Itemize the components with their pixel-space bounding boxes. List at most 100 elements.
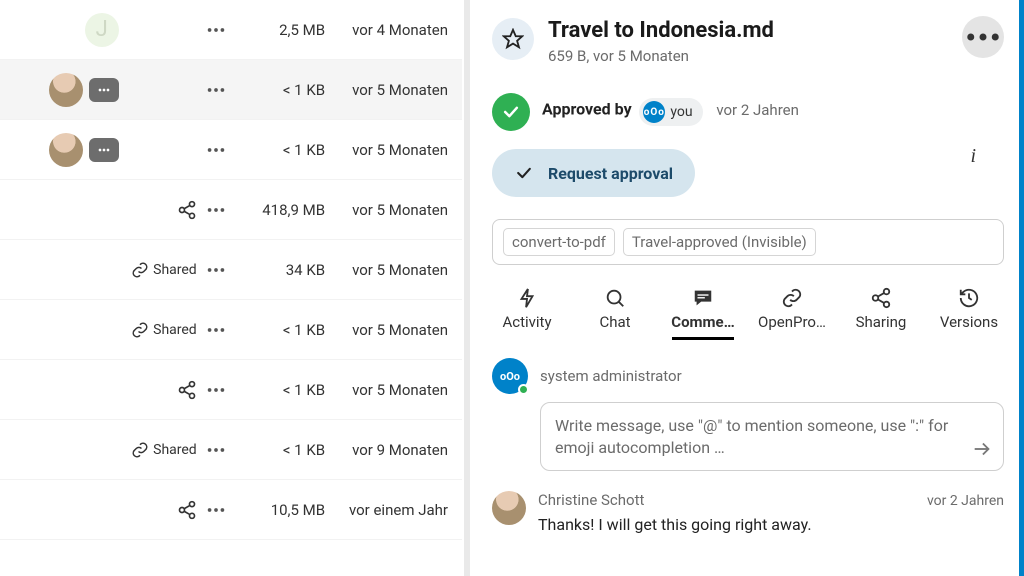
- comment: Christine Schott vor 2 Jahren Thanks! I …: [492, 491, 1004, 534]
- tab-label: Comme…: [671, 313, 734, 331]
- accent-border: [1019, 0, 1024, 576]
- tab-openproject[interactable]: OpenPro…: [756, 283, 828, 339]
- file-row[interactable]: J 2,5 MBvor 4 Monaten: [0, 0, 462, 60]
- file-subtitle: 659 B, vor 5 Monaten: [548, 47, 774, 65]
- avatar: [49, 73, 83, 107]
- row-more-button[interactable]: [197, 319, 236, 341]
- row-more-button[interactable]: [197, 199, 236, 221]
- file-size: < 1 KB: [236, 381, 329, 399]
- file-modified: vor 5 Monaten: [329, 381, 448, 399]
- tab-label: Versions: [940, 313, 998, 331]
- file-modified: vor 5 Monaten: [329, 81, 448, 99]
- history-icon: [958, 287, 980, 309]
- compose-author-name: system administrator: [540, 367, 682, 385]
- file-size: 10,5 MB: [236, 501, 329, 519]
- tag-chip[interactable]: Travel-approved (Invisible): [623, 228, 816, 256]
- check-icon: [514, 163, 534, 183]
- comment-input[interactable]: Write message, use "@" to mention someon…: [540, 402, 1004, 471]
- nextcloud-icon: oOo: [643, 101, 665, 123]
- send-icon[interactable]: [971, 438, 993, 460]
- details-panel: Travel to Indonesia.md 659 B, vor 5 Mona…: [470, 0, 1024, 576]
- file-list: J2,5 MBvor 4 Monaten< 1 KBvor 5 Monaten<…: [0, 0, 470, 576]
- file-row[interactable]: < 1 KBvor 5 Monaten: [0, 60, 462, 120]
- comment-body: Thanks! I will get this going right away…: [538, 515, 1004, 534]
- share-icon[interactable]: [177, 500, 197, 520]
- shared-chip[interactable]: Shared: [131, 441, 197, 459]
- approved-label: Approved by: [542, 100, 632, 119]
- file-modified: vor 5 Monaten: [329, 141, 448, 159]
- avatar: [492, 491, 526, 525]
- tab-label: Chat: [599, 313, 630, 331]
- approval-status: Approved by oOo you vor 2 Jahren: [492, 93, 1004, 131]
- shared-chip[interactable]: Shared: [131, 261, 197, 279]
- row-more-button[interactable]: [197, 79, 236, 101]
- favorite-button[interactable]: [492, 18, 534, 60]
- file-row[interactable]: Shared < 1 KBvor 5 Monaten: [0, 300, 462, 360]
- request-approval-label: Request approval: [548, 164, 673, 183]
- link-icon: [781, 287, 803, 309]
- approver-name: you: [670, 104, 692, 120]
- info-icon[interactable]: i: [970, 145, 976, 168]
- tab-label: Activity: [502, 313, 551, 331]
- comment-author: Christine Schott: [538, 491, 644, 509]
- dots-horizontal-icon: [962, 16, 1004, 58]
- avatar-letter: J: [85, 13, 119, 47]
- tab-comments[interactable]: Comme…: [668, 283, 738, 339]
- comment-time: vor 2 Jahren: [927, 493, 1004, 509]
- tab-sharing[interactable]: Sharing: [846, 283, 916, 339]
- more-menu-button[interactable]: [962, 16, 1004, 58]
- approved-badge: [492, 93, 530, 131]
- tab-chat[interactable]: Chat: [580, 283, 650, 339]
- tag-chip[interactable]: convert-to-pdf: [503, 228, 615, 256]
- file-size: < 1 KB: [236, 321, 329, 339]
- shared-chip[interactable]: Shared: [131, 321, 197, 339]
- row-more-button[interactable]: [197, 499, 236, 521]
- approver-chip[interactable]: oOo you: [639, 98, 702, 126]
- file-size: 34 KB: [236, 261, 329, 279]
- avatar: [49, 133, 83, 167]
- file-modified: vor 5 Monaten: [329, 201, 448, 219]
- file-size: 418,9 MB: [236, 201, 329, 219]
- file-size: < 1 KB: [236, 141, 329, 159]
- comment-placeholder: Write message, use "@" to mention someon…: [555, 416, 948, 457]
- tab-activity[interactable]: Activity: [492, 283, 562, 339]
- check-icon: [501, 102, 521, 122]
- file-modified: vor einem Jahr: [329, 501, 448, 519]
- request-approval-button[interactable]: Request approval: [492, 149, 695, 197]
- file-modified: vor 5 Monaten: [329, 321, 448, 339]
- tab-label: OpenPro…: [758, 313, 826, 331]
- share-icon[interactable]: [177, 200, 197, 220]
- file-size: < 1 KB: [236, 81, 329, 99]
- share-icon[interactable]: [177, 380, 197, 400]
- comment-icon: [692, 287, 714, 309]
- file-modified: vor 5 Monaten: [329, 261, 448, 279]
- details-tabs: Activity Chat Comme… OpenPro… Sharing Ve…: [492, 283, 1004, 340]
- file-row[interactable]: Shared 34 KBvor 5 Monaten: [0, 240, 462, 300]
- tab-label: Sharing: [856, 313, 907, 331]
- tab-versions[interactable]: Versions: [934, 283, 1004, 339]
- presence-indicator: [518, 384, 529, 395]
- lightning-icon: [516, 287, 538, 309]
- file-size: 2,5 MB: [236, 21, 329, 39]
- file-modified: vor 9 Monaten: [329, 441, 448, 459]
- nextcloud-icon: oOo: [500, 370, 520, 383]
- row-more-button[interactable]: [197, 19, 236, 41]
- file-row[interactable]: < 1 KBvor 5 Monaten: [0, 120, 462, 180]
- file-modified: vor 4 Monaten: [329, 21, 448, 39]
- row-more-button[interactable]: [197, 379, 236, 401]
- unread-comment-badge[interactable]: [89, 138, 119, 162]
- row-more-button[interactable]: [197, 139, 236, 161]
- file-row[interactable]: Shared < 1 KBvor 9 Monaten: [0, 420, 462, 480]
- file-size: < 1 KB: [236, 441, 329, 459]
- file-row[interactable]: 418,9 MBvor 5 Monaten: [0, 180, 462, 240]
- file-title: Travel to Indonesia.md: [548, 18, 774, 43]
- file-row[interactable]: 10,5 MBvor einem Jahr: [0, 480, 462, 540]
- row-more-button[interactable]: [197, 259, 236, 281]
- share-icon: [870, 287, 892, 309]
- file-row[interactable]: < 1 KBvor 5 Monaten: [0, 360, 462, 420]
- unread-comment-badge[interactable]: [89, 78, 119, 102]
- row-more-button[interactable]: [197, 439, 236, 461]
- approved-time: vor 2 Jahren: [716, 101, 799, 119]
- star-icon: [502, 28, 524, 50]
- tags-input[interactable]: convert-to-pdf Travel-approved (Invisibl…: [492, 219, 1004, 265]
